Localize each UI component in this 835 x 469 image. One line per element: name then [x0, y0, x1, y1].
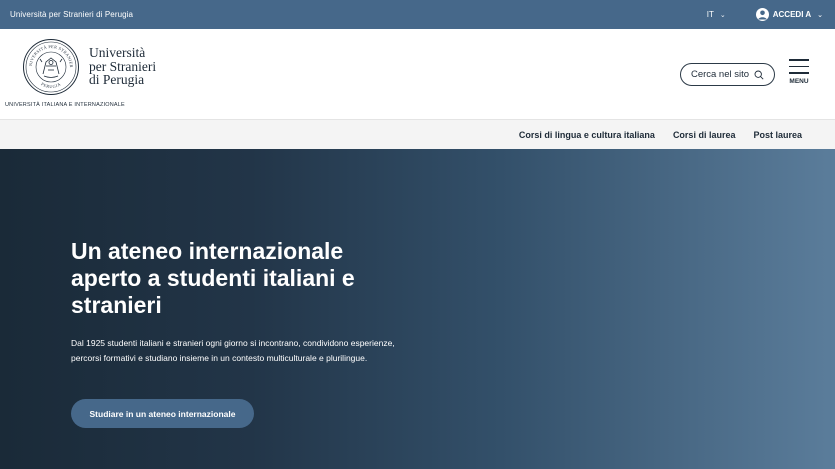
chevron-down-icon: ⌄ [817, 11, 823, 19]
menu-label: MENU [789, 77, 809, 85]
language-selector[interactable]: IT ⌄ [707, 10, 726, 19]
hero-cta-button[interactable]: Studiare in un ateneo internazionale [71, 399, 254, 428]
svg-text:PERUGIA: PERUGIA [40, 81, 61, 89]
logo-line-1: Università [89, 45, 146, 60]
site-header: UNIVERSITÀ PER STRANIERI PERUGIA Univers… [0, 29, 835, 120]
seal-bottom-text: PERUGIA [40, 81, 61, 89]
main-nav: Corsi di lingua e cultura italiana Corsi… [0, 120, 835, 149]
hamburger-icon [789, 59, 809, 61]
search-button[interactable]: Cerca nel sito [680, 63, 775, 86]
top-utility-bar: Università per Stranieri di Perugia IT ⌄… [0, 0, 835, 29]
university-seal-icon: UNIVERSITÀ PER STRANIERI PERUGIA [22, 38, 79, 95]
search-label: Cerca nel sito [690, 69, 750, 80]
hero-section: Un ateneo internazionale aperto a studen… [0, 149, 835, 469]
menu-button[interactable]: MENU [787, 59, 811, 89]
language-label: IT [706, 10, 714, 19]
hamburger-icon [789, 65, 809, 67]
hero-description: Dal 1925 studenti italiani e stranieri o… [71, 338, 395, 363]
nav-item-post-laurea[interactable]: Post laurea [753, 130, 802, 140]
nav-item-corsi-lingua[interactable]: Corsi di lingua e cultura italiana [519, 130, 655, 140]
logo-line-3: di Perugia [89, 72, 145, 87]
university-name[interactable]: Università per Stranieri di Perugia [10, 10, 133, 19]
hamburger-icon [789, 72, 809, 74]
topbar-right: IT ⌄ ACCEDI A ⌄ [707, 0, 825, 29]
hero-title: Un ateneo internazionale aperto a studen… [71, 238, 355, 318]
logo[interactable]: UNIVERSITÀ PER STRANIERI PERUGIA Univers… [22, 38, 156, 96]
login-menu-button[interactable]: ACCEDI A ⌄ [755, 8, 823, 21]
logo-subtitle: UNIVERSITÀ ITALIANA E INTERNAZIONALE [5, 102, 125, 108]
logo-line-2: per Stranieri [89, 58, 157, 74]
user-icon [755, 8, 769, 21]
login-label: ACCEDI A [772, 10, 812, 19]
nav-item-corsi-laurea[interactable]: Corsi di laurea [673, 130, 736, 140]
logo-text: Università per Stranieri di Perugia [89, 46, 156, 87]
search-icon [754, 70, 764, 80]
chevron-down-icon: ⌄ [719, 11, 726, 19]
